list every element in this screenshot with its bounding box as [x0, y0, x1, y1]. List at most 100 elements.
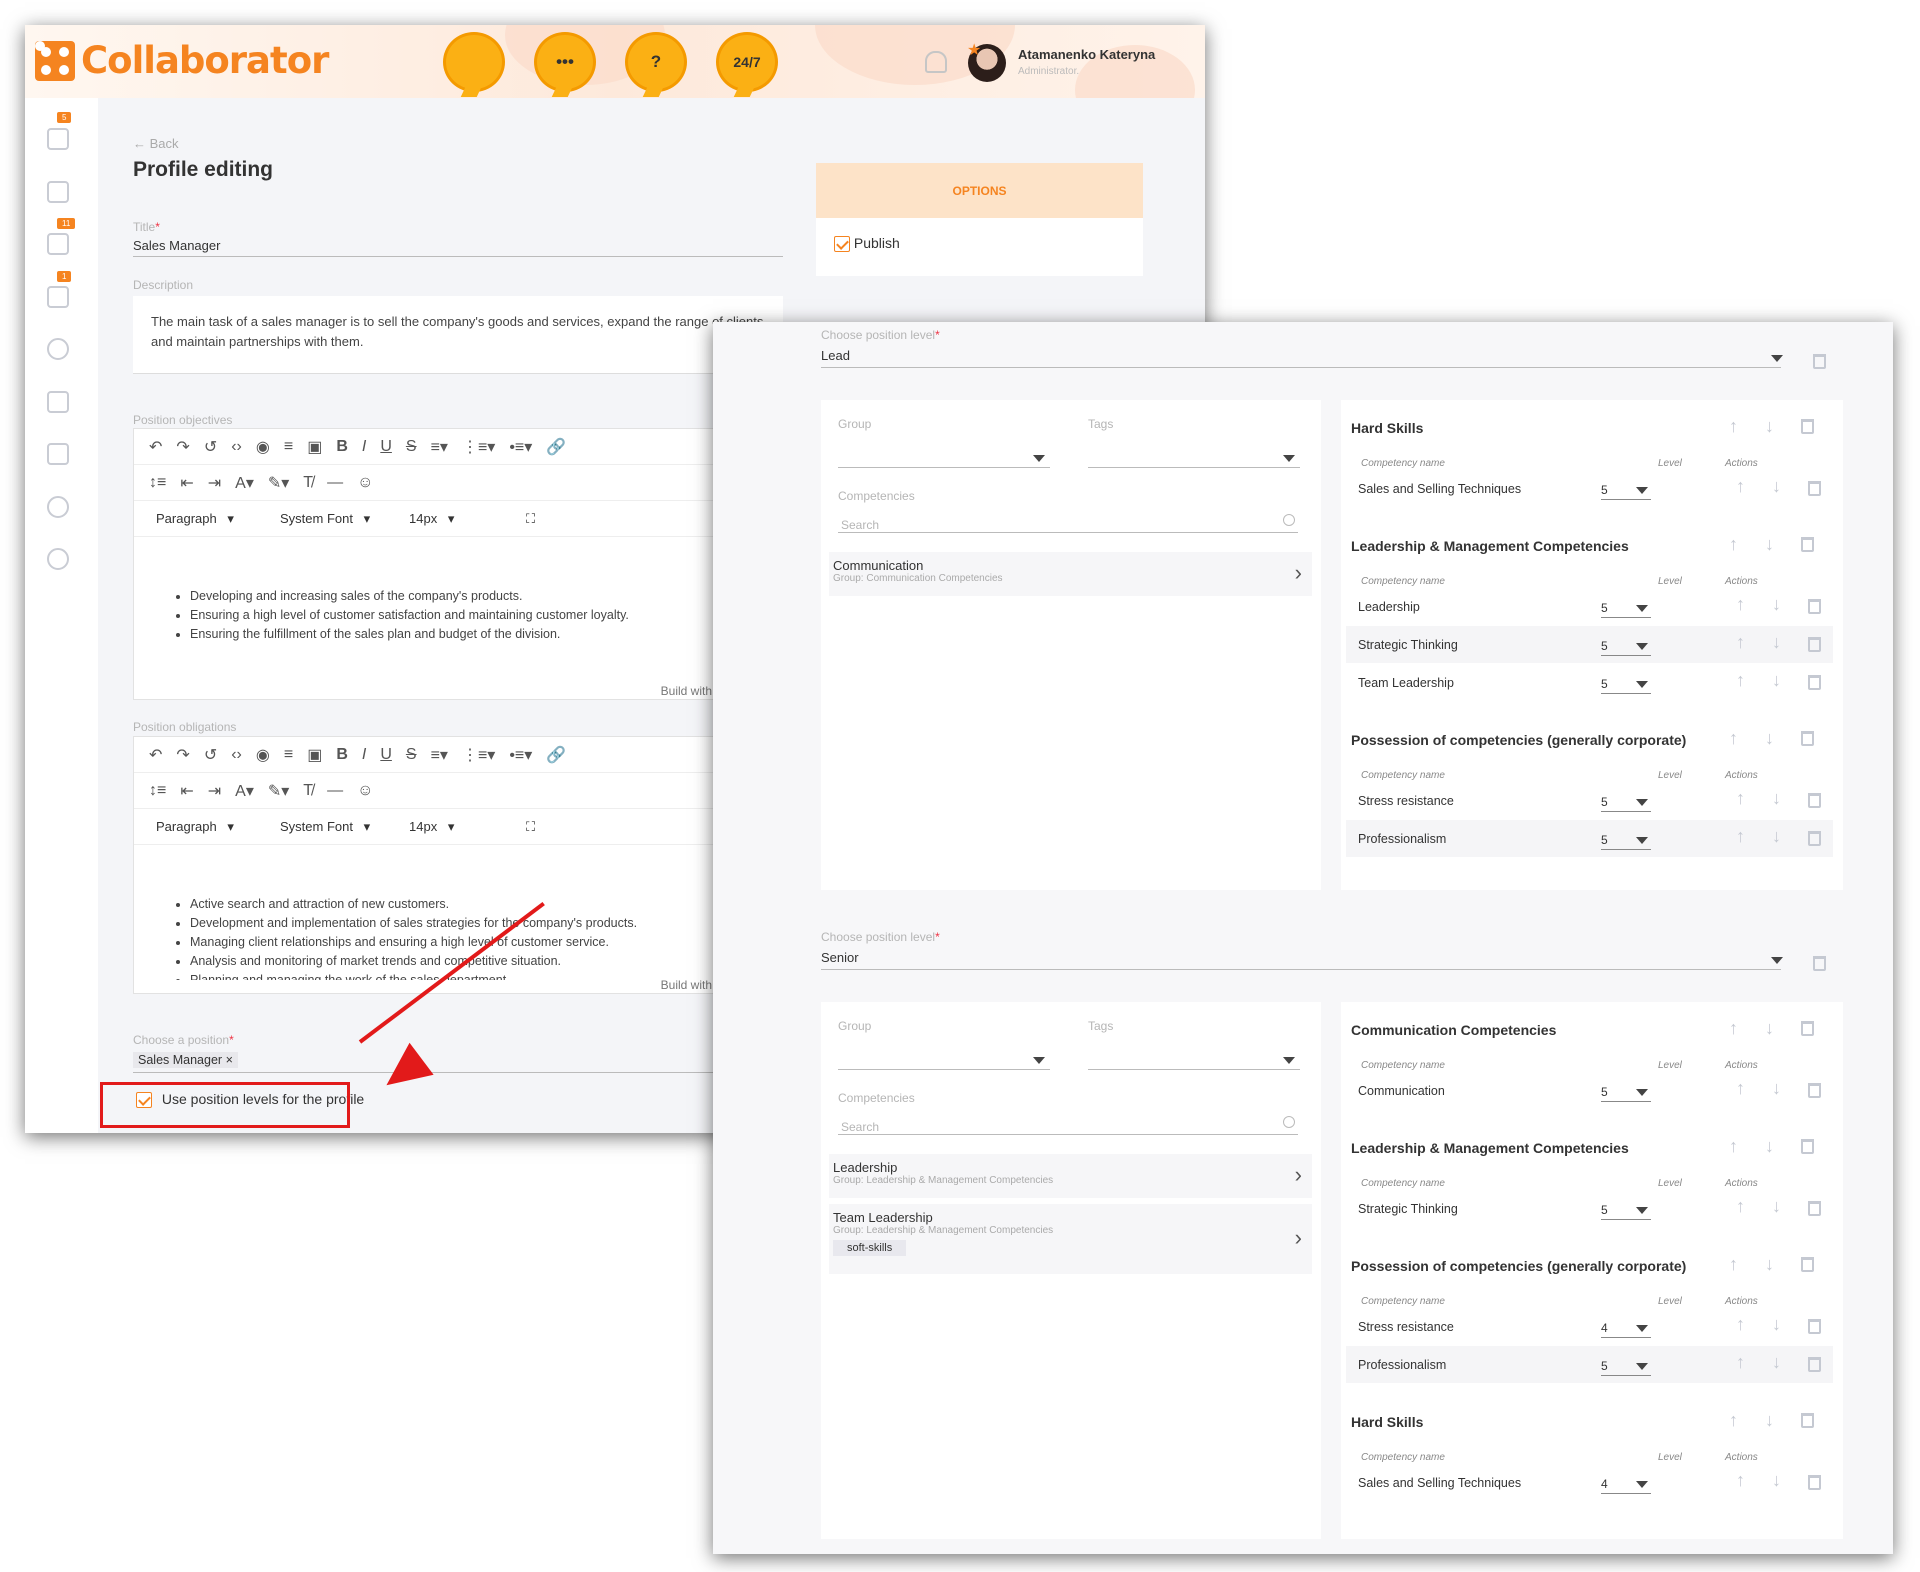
support-chat-button[interactable]	[443, 32, 505, 97]
preview-icon[interactable]: ◉	[256, 437, 270, 457]
sidebar-mail-icon[interactable]	[47, 443, 69, 465]
link-icon[interactable]: 🔗	[546, 437, 566, 457]
arrow-up-icon[interactable]: ↑	[1736, 826, 1745, 847]
font-color-icon[interactable]: A▾	[235, 781, 254, 801]
arrow-down-icon[interactable]: ↓	[1772, 1314, 1781, 1335]
undo-icon[interactable]: ↶	[149, 745, 162, 765]
chevron-right-icon[interactable]: ›	[1295, 1225, 1302, 1251]
arrow-up-icon[interactable]: ↑	[1736, 670, 1745, 691]
delete-level-icon[interactable]	[1813, 956, 1826, 971]
position-chip[interactable]: Sales Manager ×	[133, 1051, 238, 1069]
sidebar-abc-icon[interactable]	[47, 181, 69, 203]
line-height-icon[interactable]: ↕≡	[149, 474, 166, 492]
bold-icon[interactable]: B	[336, 438, 348, 456]
search-icon[interactable]	[1283, 514, 1295, 526]
arrow-down-icon[interactable]: ↓	[1772, 632, 1781, 653]
arrow-down-icon[interactable]: ↓	[1772, 1470, 1781, 1491]
chevron-down-icon[interactable]	[1636, 487, 1648, 494]
highlight-icon[interactable]: ✎▾	[268, 473, 289, 493]
delete-row-icon[interactable]	[1808, 675, 1821, 690]
delete-row-icon[interactable]	[1808, 1201, 1821, 1216]
arrow-up-icon[interactable]: ↑	[1736, 1470, 1745, 1491]
list-style-icon[interactable]: ≡	[284, 746, 293, 764]
indent-icon[interactable]: ⇥	[208, 473, 221, 493]
description-field[interactable]: The main task of a sales manager is to s…	[133, 296, 783, 374]
delete-group-icon[interactable]	[1801, 1413, 1814, 1428]
delete-group-icon[interactable]	[1801, 419, 1814, 434]
competency-list-item[interactable]: Communication Group: Communication Compet…	[829, 552, 1312, 596]
delete-row-icon[interactable]	[1808, 1357, 1821, 1372]
delete-row-icon[interactable]	[1808, 481, 1821, 496]
delete-row-icon[interactable]	[1808, 1475, 1821, 1490]
preview-icon[interactable]: ◉	[256, 745, 270, 765]
arrow-up-icon[interactable]: ↑	[1729, 1254, 1738, 1275]
arrow-down-icon[interactable]: ↓	[1765, 1018, 1774, 1039]
chevron-down-icon[interactable]	[1283, 455, 1295, 462]
objectives-editor[interactable]: ↶ ↷ ↺ ‹› ◉ ≡ ▣ B I U S ≡▾ ⋮≡▾ •≡▾ 🔗 ↕≡ ⇤ ⇥ A▾ ✎▾ T̸ — ☺ Parag…	[133, 428, 783, 700]
arrow-up-icon[interactable]: ↑	[1729, 534, 1738, 555]
bullet-list-icon[interactable]: •≡▾	[509, 437, 532, 457]
arrow-up-icon[interactable]: ↑	[1736, 632, 1745, 653]
undo-icon[interactable]: ↶	[149, 437, 162, 457]
level-select[interactable]: Lead	[821, 348, 850, 363]
sidebar-help-icon[interactable]	[47, 548, 69, 570]
chevron-down-icon[interactable]	[1636, 605, 1648, 612]
delete-row-icon[interactable]	[1808, 793, 1821, 808]
size-select[interactable]: 14px ▾	[402, 511, 512, 527]
fullscreen-icon[interactable]: ⛶	[526, 511, 535, 527]
italic-icon[interactable]: I	[362, 438, 366, 456]
sidebar-award-icon[interactable]	[47, 338, 69, 360]
hr-icon[interactable]: —	[327, 474, 343, 492]
group-select[interactable]	[838, 1069, 1050, 1070]
arrow-up-icon[interactable]: ↑	[1736, 476, 1745, 497]
template-icon[interactable]: ▣	[307, 437, 322, 457]
underline-icon[interactable]: U	[380, 746, 392, 764]
arrow-down-icon[interactable]: ↓	[1765, 534, 1774, 555]
sidebar-clipboard-icon[interactable]	[47, 391, 69, 413]
arrow-up-icon[interactable]: ↑	[1729, 728, 1738, 749]
outdent-icon[interactable]: ⇤	[180, 781, 193, 801]
delete-row-icon[interactable]	[1808, 599, 1821, 614]
code-icon[interactable]: ‹›	[231, 438, 242, 456]
strike-icon[interactable]: S	[406, 746, 417, 764]
support-247-button[interactable]: 24/7	[716, 32, 778, 97]
font-select[interactable]: System Font ▾	[273, 511, 388, 527]
remove-chip-icon[interactable]: ×	[226, 1053, 233, 1067]
delete-group-icon[interactable]	[1801, 1257, 1814, 1272]
title-input[interactable]: Sales Manager	[133, 238, 220, 253]
competency-list-item[interactable]: Leadership Group: Leadership & Management…	[829, 1154, 1312, 1198]
chevron-right-icon[interactable]: ›	[1295, 1162, 1302, 1188]
arrow-up-icon[interactable]: ↑	[1729, 416, 1738, 437]
chevron-down-icon[interactable]	[1033, 455, 1045, 462]
help-button[interactable]: ?	[625, 32, 687, 97]
template-icon[interactable]: ▣	[307, 745, 322, 765]
sidebar-calendar-icon[interactable]	[47, 233, 69, 255]
search-icon[interactable]	[1283, 1116, 1295, 1128]
arrow-down-icon[interactable]: ↓	[1765, 1410, 1774, 1431]
link-icon[interactable]: 🔗	[546, 745, 566, 765]
sidebar-users-icon[interactable]	[47, 128, 69, 150]
arrow-up-icon[interactable]: ↑	[1729, 1410, 1738, 1431]
back-link[interactable]: ← Back	[133, 136, 179, 151]
arrow-down-icon[interactable]: ↓	[1772, 1078, 1781, 1099]
clear-format-icon[interactable]: T̸	[303, 474, 313, 492]
search-input[interactable]: Search	[841, 518, 879, 532]
code-icon[interactable]: ‹›	[231, 746, 242, 764]
history-icon[interactable]: ↺	[204, 745, 217, 765]
font-color-icon[interactable]: A▾	[235, 473, 254, 493]
arrow-up-icon[interactable]: ↑	[1729, 1136, 1738, 1157]
chevron-down-icon[interactable]	[1033, 1057, 1045, 1064]
paragraph-select[interactable]: Paragraph ▾	[149, 819, 259, 835]
publish-checkbox[interactable]: Publish	[816, 218, 1143, 269]
arrow-down-icon[interactable]: ↓	[1772, 788, 1781, 809]
emoji-icon[interactable]: ☺	[357, 474, 373, 492]
ordered-list-icon[interactable]: ⋮≡▾	[462, 437, 495, 457]
redo-icon[interactable]: ↷	[176, 745, 189, 765]
delete-row-icon[interactable]	[1808, 637, 1821, 652]
line-height-icon[interactable]: ↕≡	[149, 782, 166, 800]
size-select[interactable]: 14px ▾	[402, 819, 512, 835]
chevron-down-icon[interactable]	[1636, 1481, 1648, 1488]
underline-icon[interactable]: U	[380, 438, 392, 456]
arrow-up-icon[interactable]: ↑	[1736, 1352, 1745, 1373]
arrow-up-icon[interactable]: ↑	[1736, 594, 1745, 615]
